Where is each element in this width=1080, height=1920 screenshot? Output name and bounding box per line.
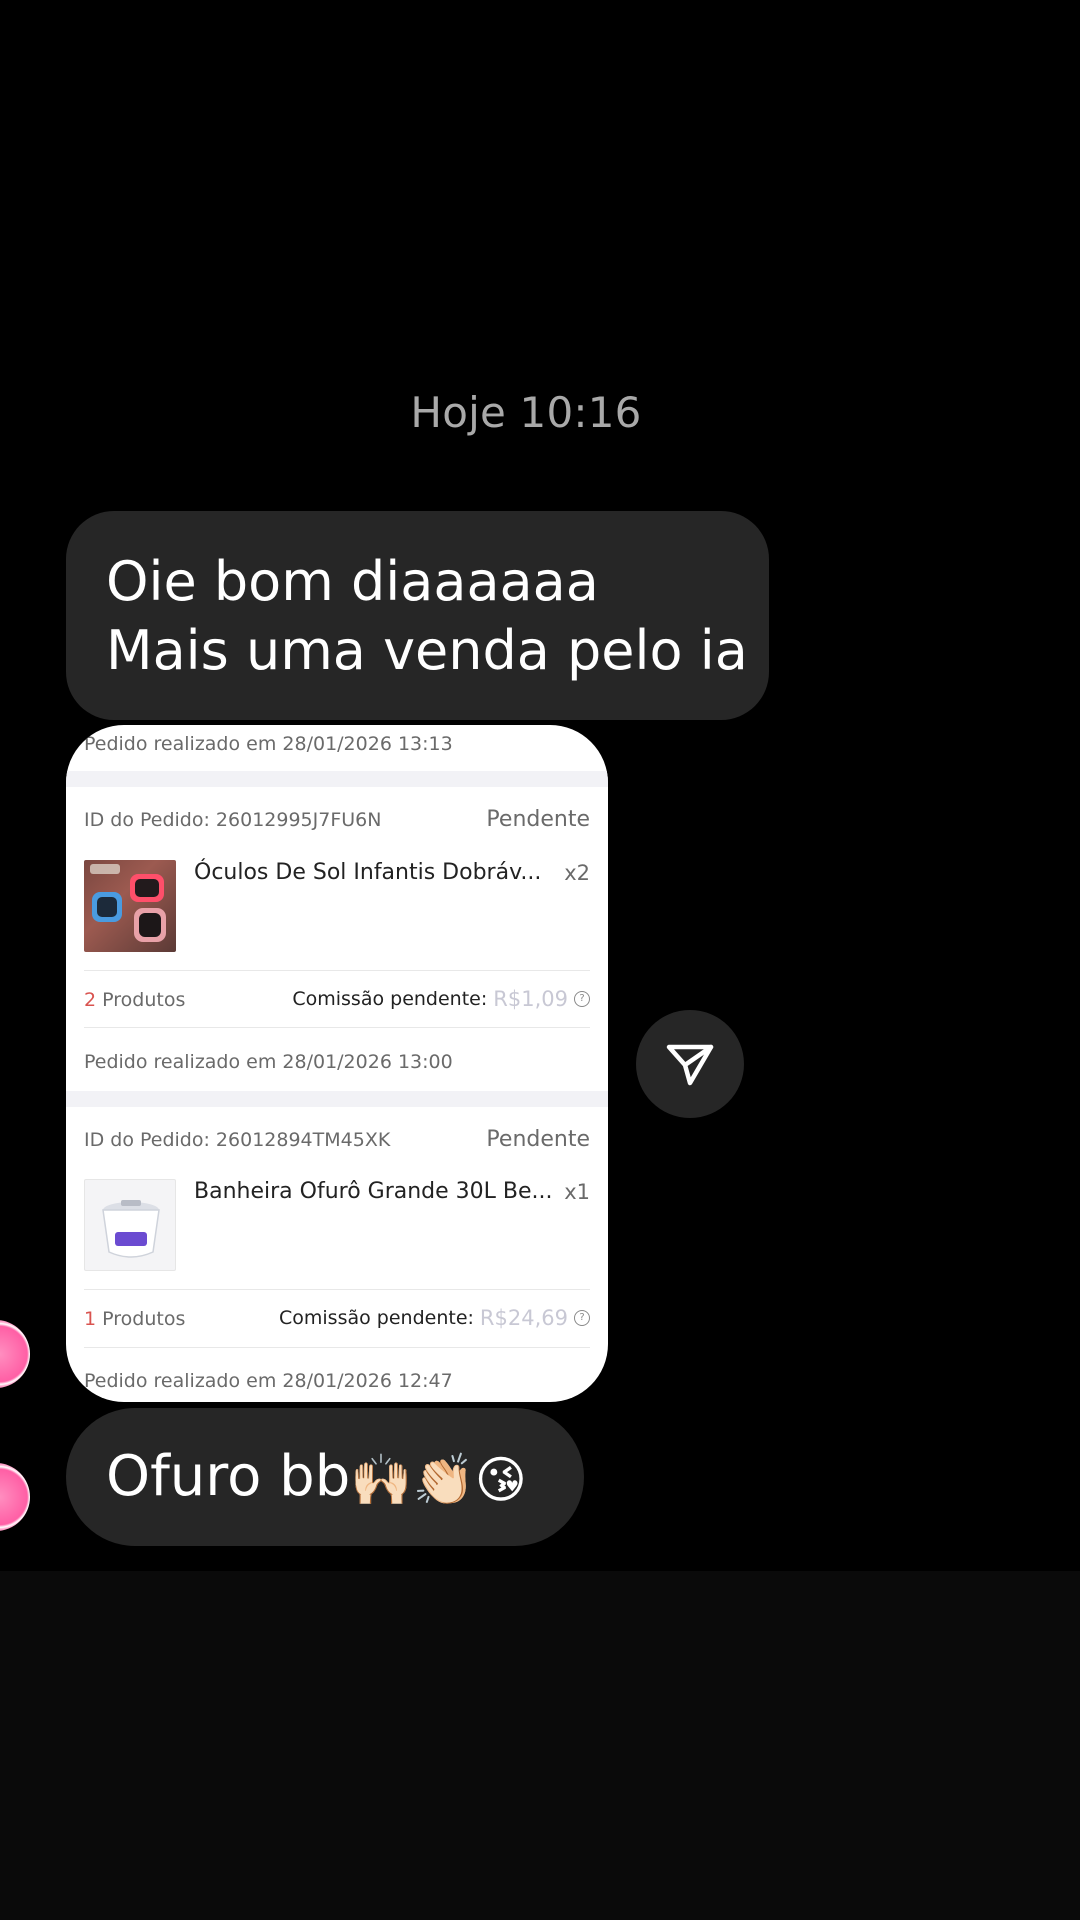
question-circle-icon: ? <box>574 991 590 1007</box>
avatar[interactable] <box>0 1463 30 1531</box>
order-placed-date: Pedido realizado em 28/01/2026 12:47 <box>84 1370 453 1392</box>
products-count-label: Produtos <box>102 989 186 1011</box>
message-bubble-ofuro[interactable]: Ofuro bb🙌🏻👏🏻😘 <box>66 1408 584 1546</box>
commission-value: R$24,69 <box>479 1306 568 1330</box>
divider <box>84 970 590 971</box>
message-timestamp: Hoje 10:16 <box>410 388 642 437</box>
composer-area <box>0 1571 1080 1920</box>
product-name: Banheira Ofurô Grande 30L Be... <box>194 1179 553 1204</box>
product-thumbnail-sunglasses <box>84 860 176 952</box>
products-count-number: 2 <box>84 989 97 1011</box>
divider <box>84 1027 590 1028</box>
commission-pending: Comissão pendente: R$1,09 ? <box>292 987 590 1011</box>
products-count-number: 1 <box>84 1308 97 1330</box>
products-count-label: Produtos <box>102 1308 186 1330</box>
divider <box>84 1347 590 1348</box>
paper-plane-icon <box>666 1044 714 1086</box>
order-placed-date: Pedido realizado em 28/01/2026 13:00 <box>84 1051 453 1073</box>
question-circle-icon: ? <box>574 1310 590 1326</box>
message-text: Ofuro bb <box>106 1444 351 1509</box>
products-count: 2 Produtos <box>84 989 185 1011</box>
order-placed-date: Pedido realizado em 28/01/2026 13:13 <box>84 733 453 755</box>
product-quantity: x1 <box>564 1180 590 1204</box>
product-name: Óculos De Sol Infantis Dobráv... <box>194 860 542 885</box>
order-id: ID do Pedido: 26012995J7FU6N <box>84 809 382 831</box>
order-status: Pendente <box>486 1127 590 1152</box>
commission-pending: Comissão pendente: R$24,69 ? <box>279 1306 590 1330</box>
products-count: 1 Produtos <box>84 1308 185 1330</box>
commission-value: R$1,09 <box>493 987 568 1011</box>
avatar[interactable] <box>0 1320 30 1388</box>
message-bubble-greeting[interactable]: Oie bom diaaaaaa Mais uma venda pelo ia <box>66 511 769 720</box>
commission-label: Comissão pendente: <box>292 988 488 1010</box>
order-separator <box>66 1091 608 1107</box>
divider <box>84 1289 590 1290</box>
order-id: ID do Pedido: 26012894TM45XK <box>84 1129 391 1151</box>
commission-label: Comissão pendente: <box>279 1307 474 1329</box>
product-thumbnail-bathtub <box>84 1179 176 1271</box>
message-emojis: 🙌🏻👏🏻😘 <box>350 1450 527 1509</box>
share-button[interactable] <box>636 1010 744 1118</box>
order-separator <box>66 771 608 787</box>
message-line: Mais uma venda pelo ia <box>106 619 748 682</box>
chat-screen: Hoje 10:16 Oie bom diaaaaaa Mais uma ven… <box>0 0 1080 1920</box>
shared-order-screenshot[interactable]: Pedido realizado em 28/01/2026 13:13 ID … <box>66 725 608 1402</box>
product-quantity: x2 <box>564 861 590 885</box>
order-status: Pendente <box>486 807 590 832</box>
message-line: Oie bom diaaaaaa <box>106 550 599 613</box>
